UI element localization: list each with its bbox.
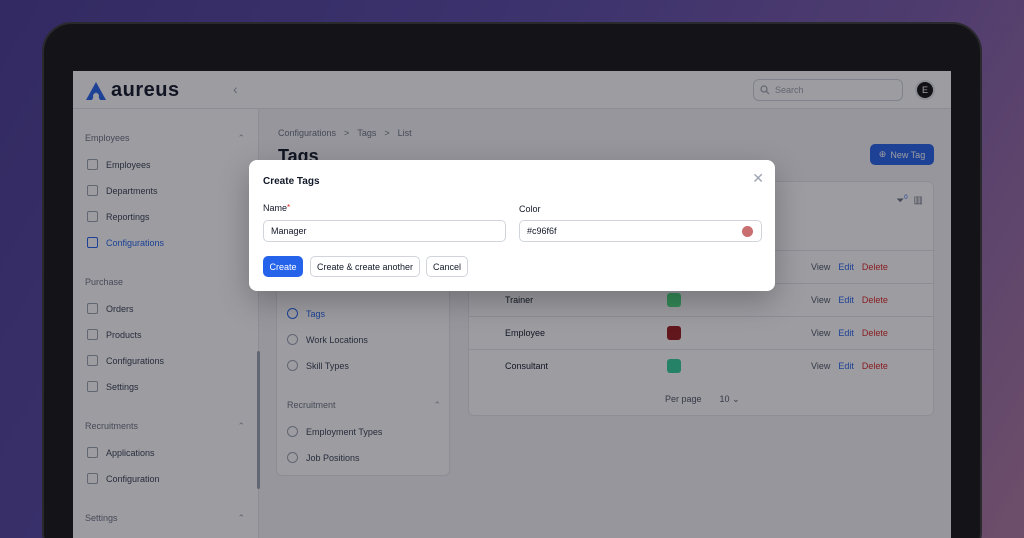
name-field-value: Manager bbox=[271, 226, 307, 236]
color-label: Color bbox=[519, 204, 541, 214]
create-another-button[interactable]: Create & create another bbox=[310, 256, 420, 277]
color-preview-dot[interactable] bbox=[742, 226, 753, 237]
cancel-button[interactable]: Cancel bbox=[426, 256, 468, 277]
color-field-value: #c96f6f bbox=[527, 226, 557, 236]
close-icon[interactable]: ✕ bbox=[752, 170, 764, 187]
name-label-text: Name bbox=[263, 203, 288, 213]
create-button[interactable]: Create bbox=[263, 256, 303, 277]
modal-title: Create Tags bbox=[263, 176, 320, 187]
create-tags-modal: Create Tags ✕ Name* Manager Color #c96f6… bbox=[249, 160, 775, 291]
color-field[interactable]: #c96f6f bbox=[519, 220, 762, 242]
name-label: Name* bbox=[263, 203, 290, 213]
required-mark: * bbox=[287, 203, 291, 212]
name-field[interactable]: Manager bbox=[263, 220, 506, 242]
